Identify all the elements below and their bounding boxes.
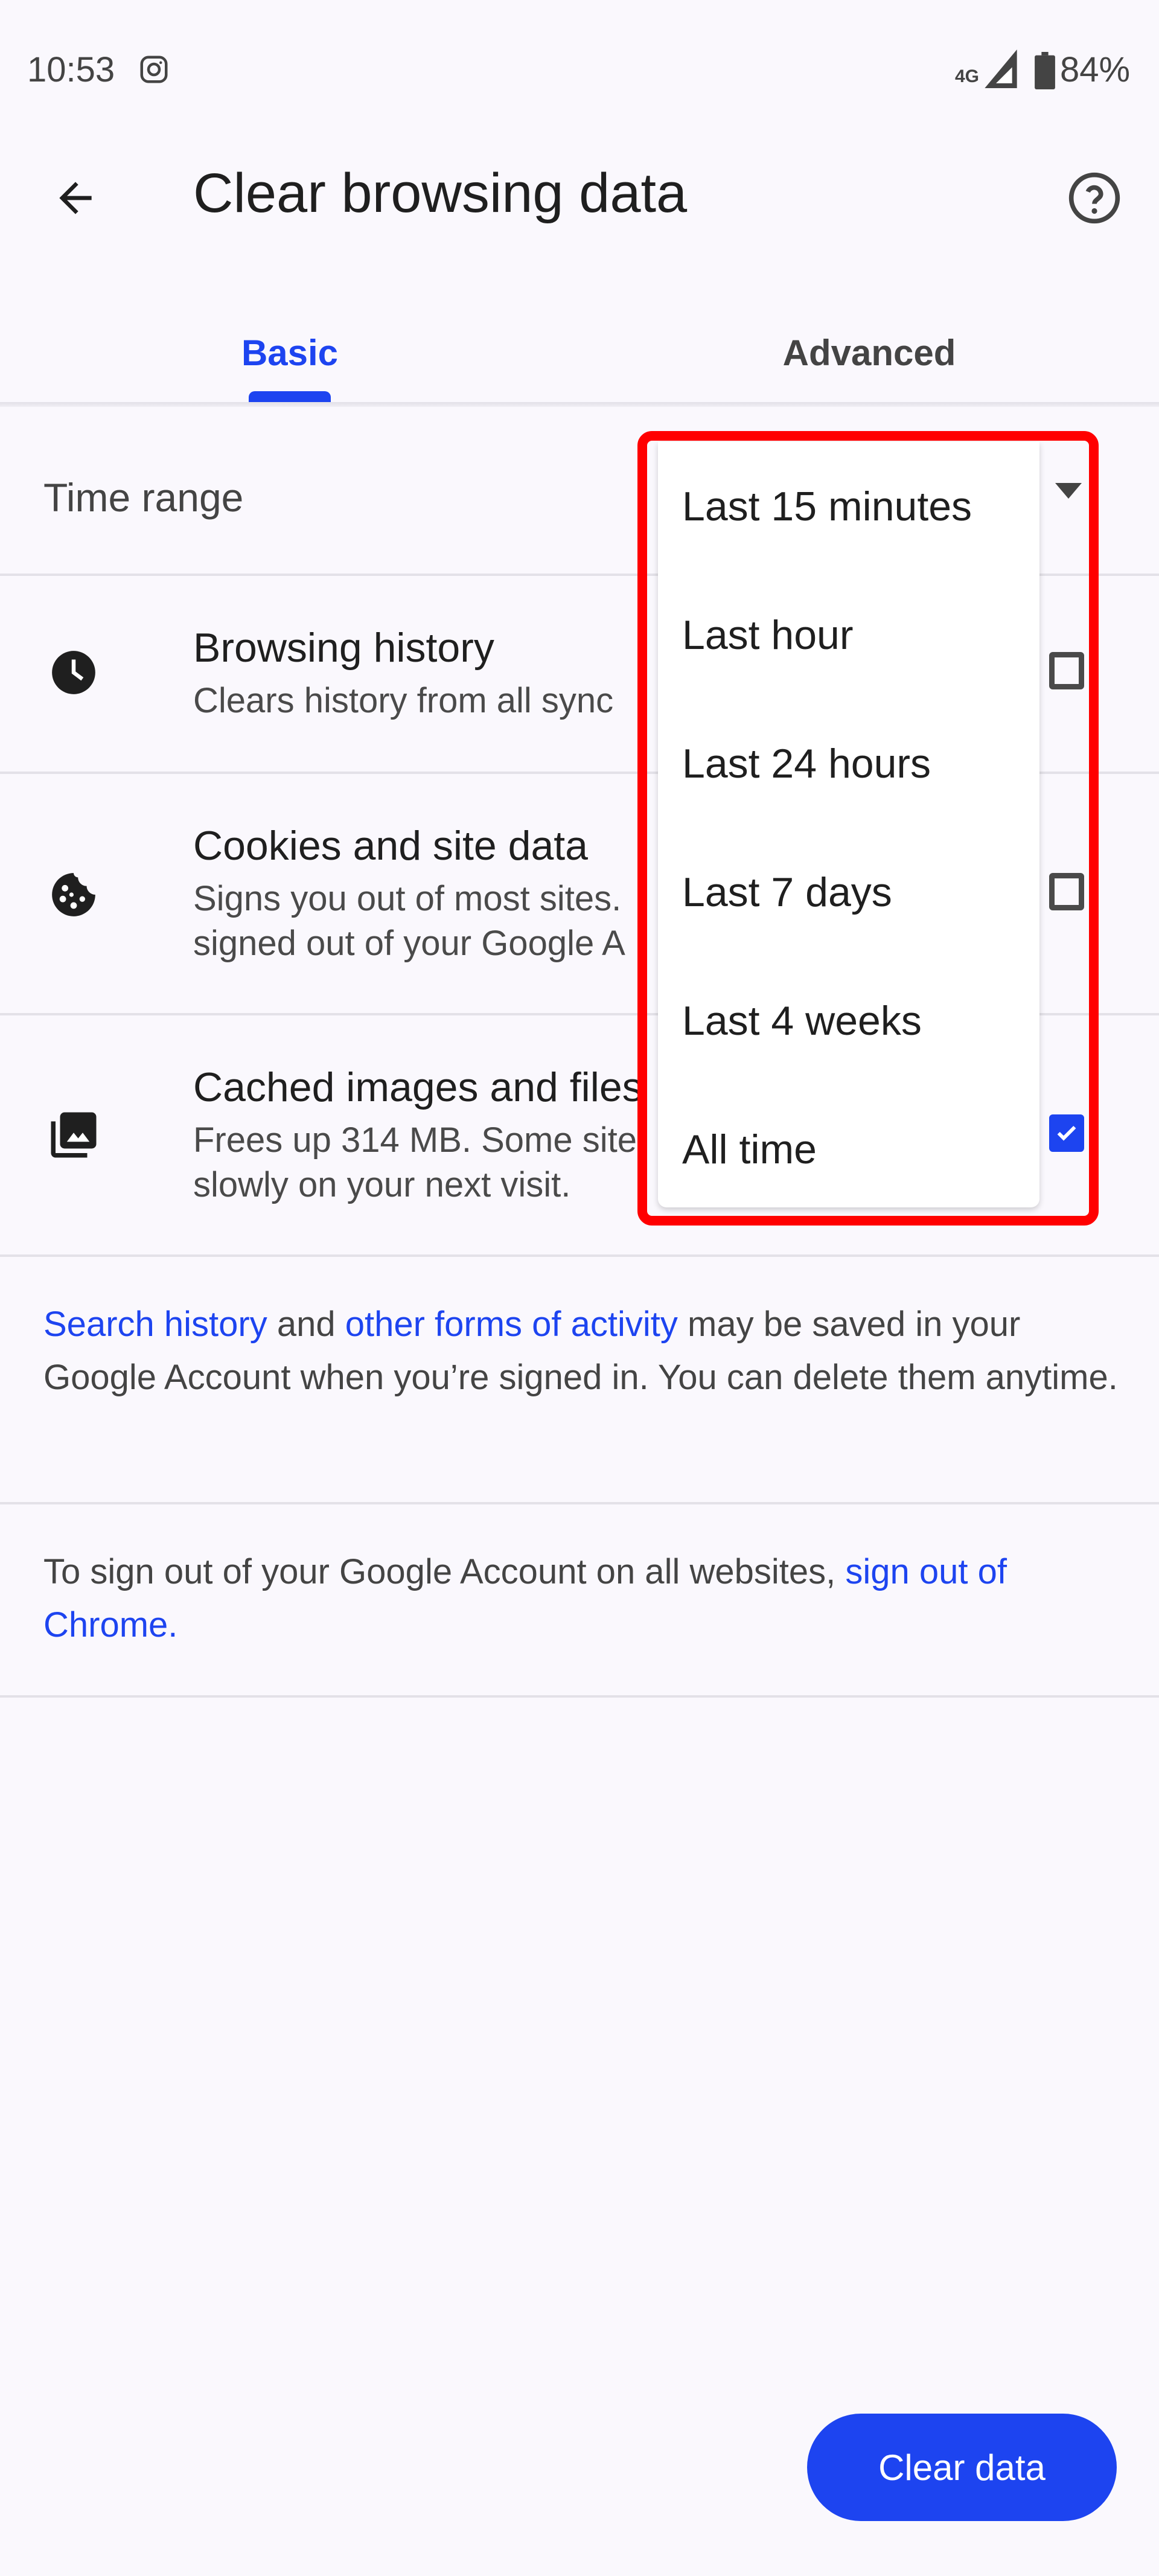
clear-data-button[interactable]: Clear data [807, 2414, 1117, 2521]
search-history-link[interactable]: Search history [43, 1305, 267, 1344]
signal-icon [984, 50, 1018, 88]
tab-basic[interactable]: Basic [0, 302, 580, 403]
activity-info-text: Search history and other forms of activi… [43, 1305, 1118, 1397]
battery-icon [1035, 52, 1055, 89]
tab-divider [0, 402, 1159, 407]
time-range-label: Time range [43, 475, 244, 520]
battery-percent: 84% [1060, 50, 1131, 89]
clock-icon [43, 642, 104, 703]
status-time: 10:53 [27, 50, 115, 89]
signout-info-text: To sign out of your Google Account on al… [43, 1552, 1007, 1644]
other-activity-link[interactable]: other forms of activity [345, 1305, 678, 1344]
tab-indicator [249, 391, 331, 402]
cached-title: Cached images and files [193, 1064, 643, 1110]
browsing-history-title: Browsing history [193, 625, 494, 671]
tab-advanced[interactable]: Advanced [580, 302, 1159, 403]
image-stack-icon [43, 1105, 104, 1165]
network-type: 4G [955, 66, 980, 86]
divider [0, 1502, 1159, 1504]
arrow-back-icon [59, 182, 92, 214]
back-button[interactable] [42, 168, 109, 228]
divider [0, 1254, 1159, 1257]
highlight-annotation-box [637, 431, 1099, 1226]
divider [0, 1695, 1159, 1698]
help-button[interactable] [1059, 163, 1129, 233]
help-circle-icon [1068, 172, 1120, 224]
instagram-icon [138, 53, 170, 86]
cookies-title: Cookies and site data [193, 823, 588, 869]
cookie-icon [43, 865, 104, 925]
page-title: Clear browsing data [193, 162, 688, 224]
